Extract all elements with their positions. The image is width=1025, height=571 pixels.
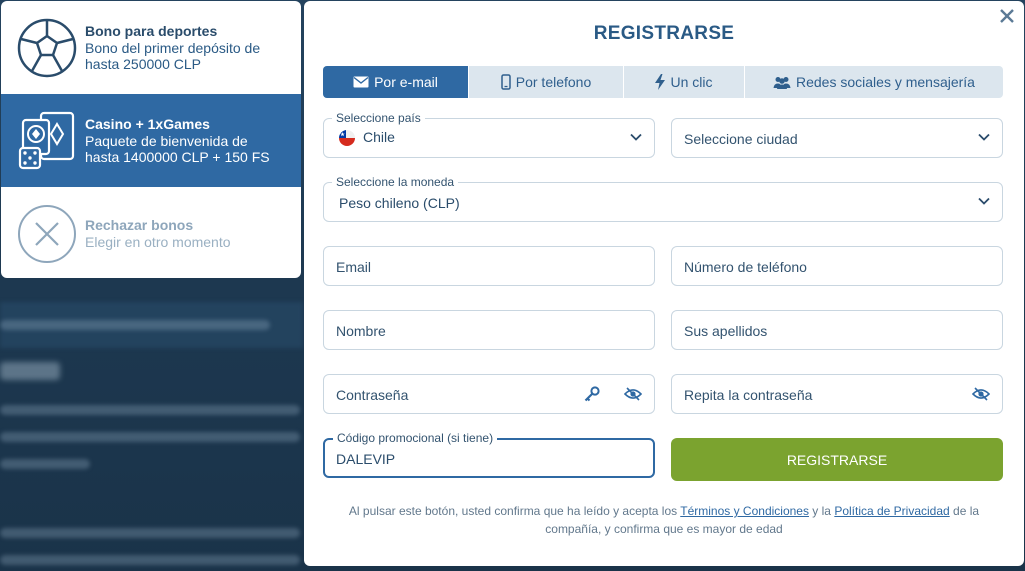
toggle-password-visibility-button[interactable]	[623, 386, 643, 407]
chevron-down-icon	[630, 133, 642, 141]
city-select-placeholder: Seleccione ciudad	[684, 131, 798, 147]
close-icon	[1000, 9, 1014, 23]
phone-field[interactable]: Número de teléfono	[671, 246, 1003, 286]
modal-title: REGISTRARSE	[593, 23, 735, 44]
toggle-repeat-password-visibility-button[interactable]	[971, 386, 991, 407]
country-select-value: Chile	[363, 129, 395, 145]
bonus-description: Bono del primer depósito de hasta 250000…	[85, 40, 261, 72]
generate-password-button[interactable]	[584, 386, 600, 407]
email-field[interactable]: Email	[323, 246, 655, 286]
background-text-line	[0, 459, 90, 469]
casino-cards-dice-icon	[15, 109, 79, 173]
envelope-icon	[353, 76, 369, 88]
registration-modal: REGISTRARSE Por e-mail Por telefono Un c…	[304, 1, 1024, 566]
bonus-title: Casino + 1xGames	[85, 116, 210, 132]
background-text-line	[0, 555, 300, 565]
chile-flag-icon	[339, 130, 355, 146]
soccer-ball-icon	[15, 16, 79, 80]
repeat-password-field[interactable]: Repita la contraseña	[671, 374, 1003, 414]
email-field-placeholder: Email	[336, 259, 372, 275]
bonus-option-sports[interactable]: Bono para deportes Bono del primer depós…	[1, 1, 301, 94]
password-field[interactable]: Contraseña	[323, 374, 655, 414]
tab-label: Redes sociales y mensajería	[796, 74, 975, 90]
chevron-down-icon	[978, 133, 990, 141]
background-text-line	[0, 528, 300, 538]
last-name-field[interactable]: Sus apellidos	[671, 310, 1003, 350]
tab-label: Un clic	[670, 74, 713, 90]
city-select[interactable]: Seleccione ciudad	[671, 118, 1003, 158]
legal-disclaimer: Al pulsar este botón, usted confirma que…	[334, 502, 994, 538]
tab-phone[interactable]: Por telefono	[469, 66, 624, 98]
chevron-down-icon	[978, 197, 990, 205]
bonus-panel: Bono para deportes Bono del primer depós…	[1, 1, 301, 278]
eye-slash-icon	[623, 387, 643, 401]
country-select-label: Seleccione país	[332, 111, 425, 125]
currency-select-value: Peso chileno (CLP)	[339, 195, 460, 211]
phone-field-placeholder: Número de teléfono	[684, 259, 807, 275]
users-icon	[773, 76, 791, 89]
first-name-placeholder: Nombre	[336, 323, 386, 339]
background-text-line	[0, 320, 270, 330]
tab-label: Por telefono	[515, 74, 592, 90]
tab-label: Por e-mail	[374, 74, 438, 90]
close-circle-icon	[15, 202, 79, 266]
tab-one-click[interactable]: Un clic	[624, 66, 745, 98]
bonus-title: Bono para deportes	[85, 23, 218, 39]
eye-slash-icon	[971, 387, 991, 401]
bonus-title: Rechazar bonos	[85, 217, 194, 233]
legal-text: y la	[808, 504, 835, 518]
registration-method-tabs: Por e-mail Por telefono Un clic Redes so…	[323, 66, 1003, 98]
promo-code-value: DALEVIP	[336, 451, 396, 467]
password-placeholder: Contraseña	[336, 387, 409, 403]
legal-text: Al pulsar este botón, usted confirma que…	[348, 504, 681, 518]
background-text-line	[0, 405, 300, 415]
last-name-placeholder: Sus apellidos	[684, 323, 768, 339]
currency-select[interactable]: Seleccione la moneda Peso chileno (CLP)	[323, 175, 1003, 222]
repeat-password-placeholder: Repita la contraseña	[684, 387, 813, 403]
privacy-link[interactable]: Política de Privacidad	[834, 504, 949, 518]
first-name-field[interactable]: Nombre	[323, 310, 655, 350]
key-icon	[584, 386, 600, 402]
bonus-option-casino[interactable]: Casino + 1xGames Paquete de bienvenida d…	[1, 94, 301, 187]
promo-code-label: Código promocional (si tiene)	[333, 431, 498, 445]
country-select[interactable]: Seleccione país Chile	[323, 111, 655, 158]
register-submit-button[interactable]: REGISTRARSE	[671, 438, 1003, 481]
tab-social[interactable]: Redes sociales y mensajería	[745, 66, 1003, 98]
tab-email[interactable]: Por e-mail	[323, 66, 469, 98]
promo-code-field[interactable]: Código promocional (si tiene) DALEVIP	[323, 431, 655, 478]
bonus-description: Elegir en otro momento	[85, 234, 231, 250]
background-heading	[0, 362, 60, 380]
lightning-icon	[655, 74, 666, 90]
phone-icon	[501, 74, 511, 90]
terms-link[interactable]: Términos y Condiciones	[680, 504, 809, 518]
background-text-line	[0, 432, 300, 442]
bonus-description: Paquete de bienvenida de hasta 1400000 C…	[85, 133, 270, 165]
bonus-option-reject[interactable]: Rechazar bonos Elegir en otro momento	[1, 187, 301, 278]
currency-select-label: Seleccione la moneda	[332, 175, 459, 189]
